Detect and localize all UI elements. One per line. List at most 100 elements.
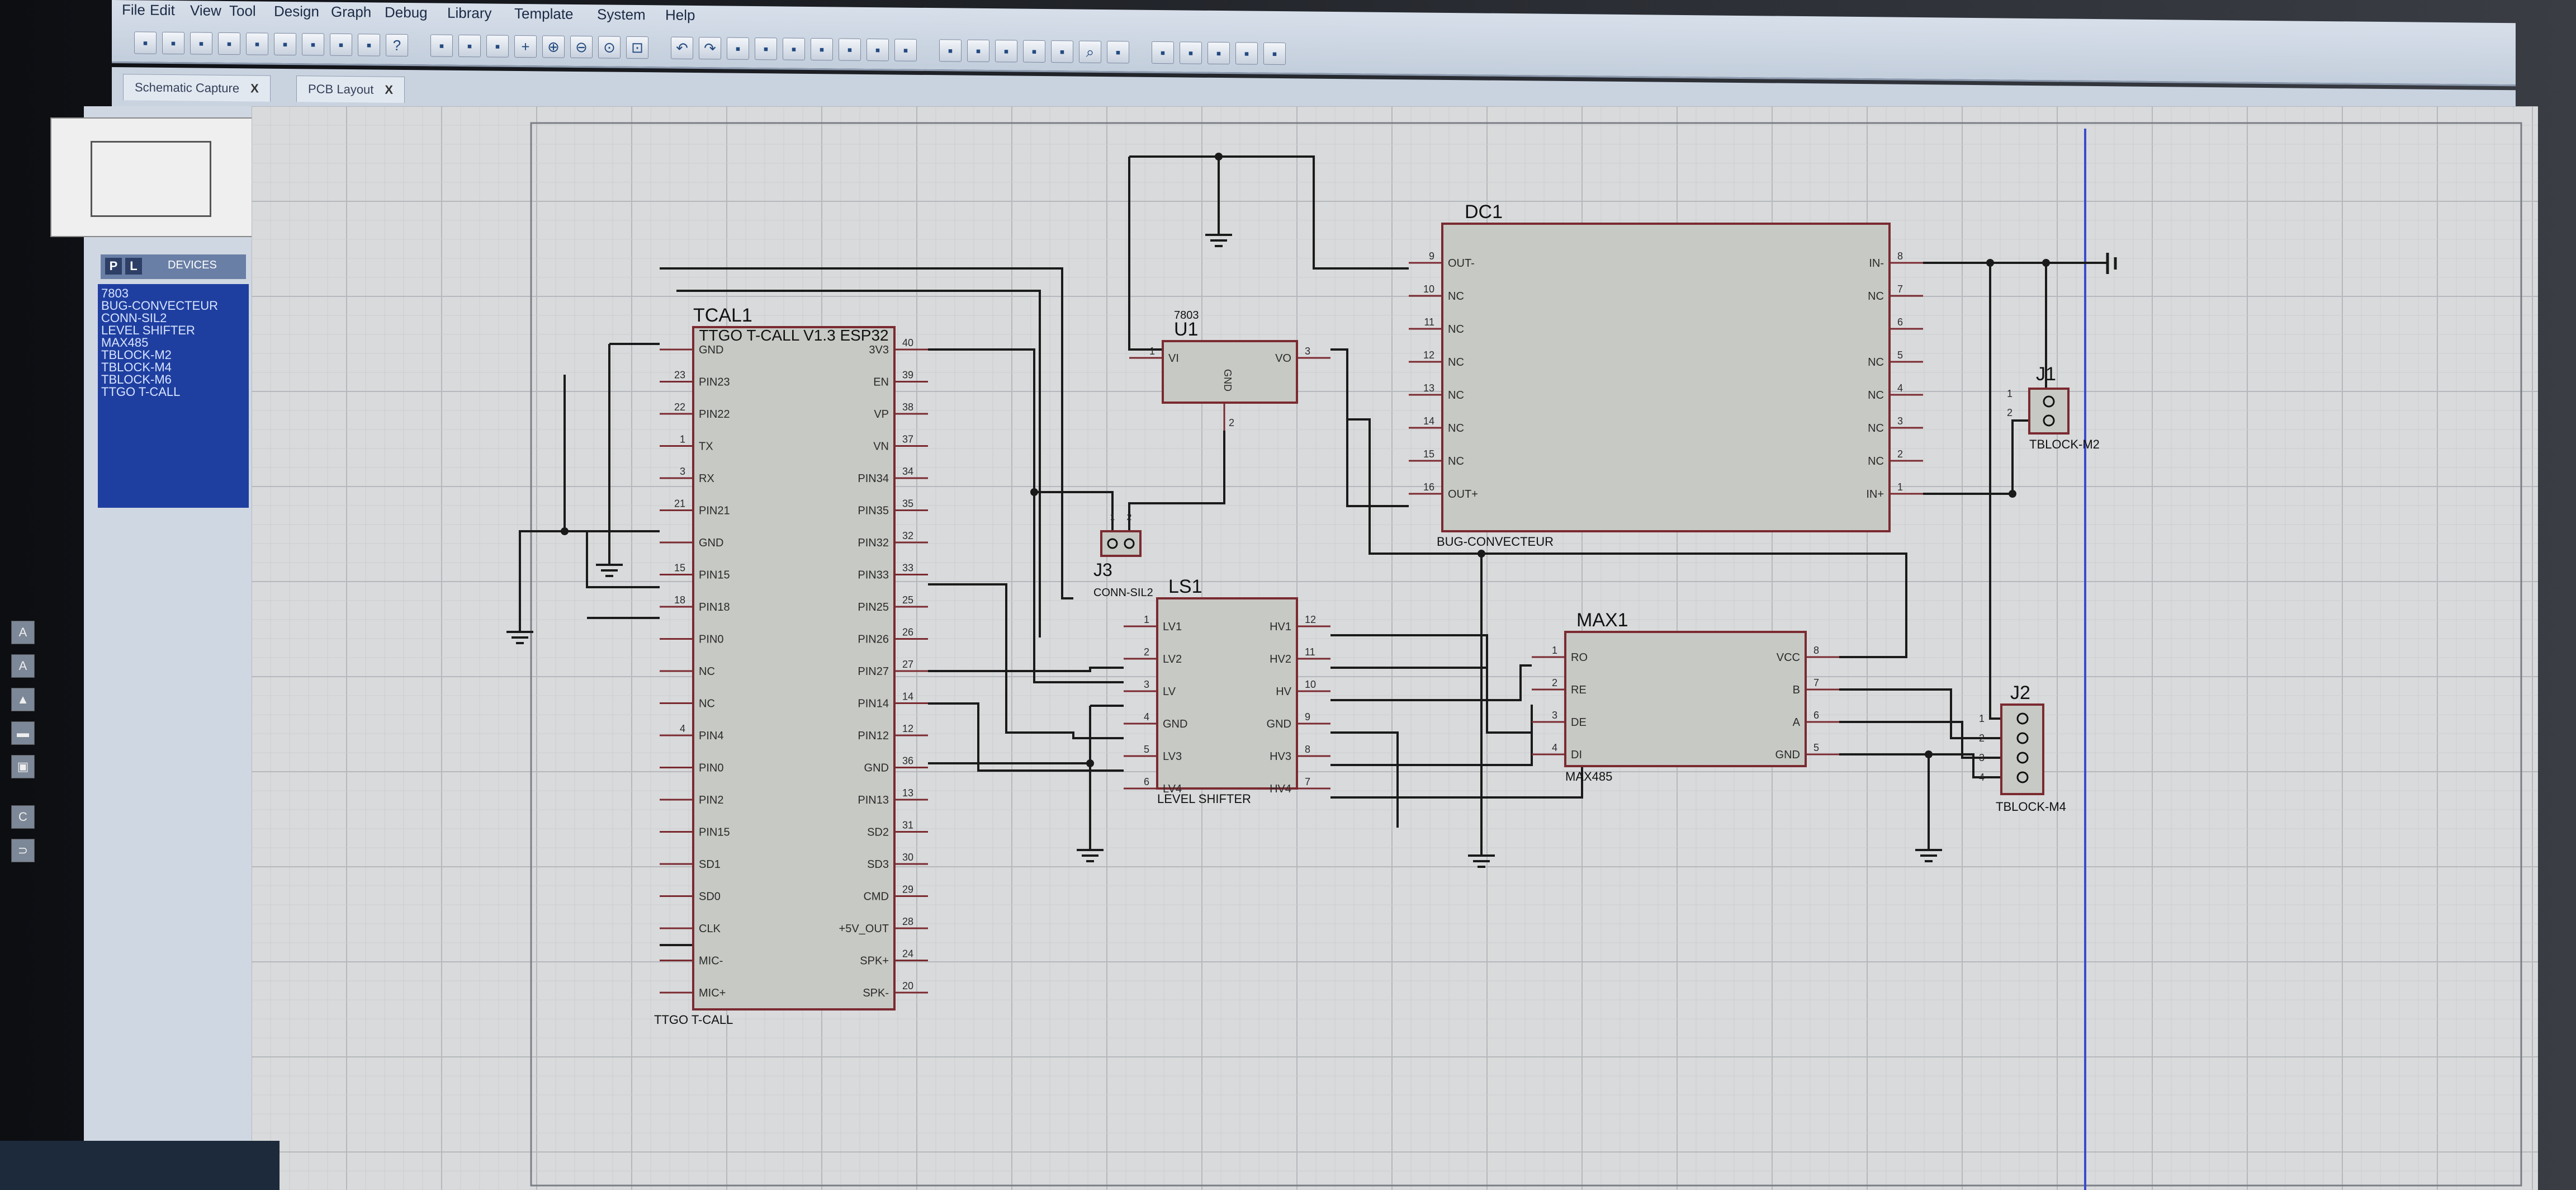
zoom-area-icon[interactable]: ⊡ bbox=[626, 36, 648, 59]
paste-icon[interactable]: ▪ bbox=[358, 34, 380, 56]
save-icon[interactable]: ▪ bbox=[190, 32, 212, 55]
block-delete-icon[interactable]: ▪ bbox=[894, 39, 917, 62]
mode-tool-icon[interactable]: A bbox=[11, 654, 35, 678]
menu-help[interactable]: Help bbox=[665, 7, 695, 25]
block-move-icon[interactable]: ▪ bbox=[839, 38, 861, 61]
junction-dot bbox=[1478, 550, 1485, 558]
pin-number: 40 bbox=[902, 337, 913, 348]
property-tool-icon[interactable]: ▪ bbox=[1107, 41, 1129, 64]
paste-icon[interactable]: ▪ bbox=[783, 37, 805, 60]
report-icon[interactable]: ▪ bbox=[1263, 42, 1286, 65]
new-sheet-icon[interactable]: ▪ bbox=[1152, 41, 1174, 64]
copy-icon[interactable]: ▪ bbox=[755, 37, 777, 60]
menu-file[interactable]: File bbox=[122, 1, 145, 18]
redo-icon[interactable]: ↷ bbox=[699, 37, 721, 60]
pin-name: PIN15 bbox=[699, 569, 730, 582]
cut-icon[interactable]: ▪ bbox=[727, 37, 749, 60]
mode-tool-icon[interactable]: ▣ bbox=[11, 755, 35, 778]
device-list-item[interactable]: TTGO T-CALL bbox=[101, 385, 180, 399]
bom-icon[interactable]: ▪ bbox=[1208, 41, 1230, 65]
tab-close-icon[interactable]: X bbox=[385, 83, 393, 97]
pin-name: PIN35 bbox=[858, 505, 889, 517]
decompose-icon[interactable]: ▪ bbox=[1023, 40, 1045, 63]
dc1-converter-ref: DC1 bbox=[1465, 201, 1503, 223]
junction-dot bbox=[1030, 488, 1038, 496]
menu-edit[interactable]: Edit bbox=[150, 2, 175, 19]
mode-tool-icon[interactable]: ▬ bbox=[11, 721, 35, 745]
pin-name: VP bbox=[874, 408, 889, 421]
overview-viewport[interactable] bbox=[91, 141, 211, 217]
pan-icon[interactable]: ▪ bbox=[486, 35, 509, 58]
pin-number: 2 bbox=[1229, 417, 1234, 428]
netlist-icon[interactable]: ▪ bbox=[1235, 42, 1258, 65]
wire-autorouter-icon[interactable]: ▪ bbox=[1051, 40, 1073, 63]
pin-name: GND bbox=[864, 762, 889, 775]
grid-icon[interactable]: ▪ bbox=[430, 34, 453, 57]
zoom-in-icon[interactable]: ⊕ bbox=[542, 35, 565, 58]
print-icon[interactable]: ▪ bbox=[274, 32, 296, 56]
junction-dot bbox=[561, 527, 569, 535]
copy-icon[interactable]: ▪ bbox=[330, 33, 352, 56]
pin-name: NC bbox=[1448, 323, 1464, 336]
undo-icon[interactable]: ↶ bbox=[671, 36, 693, 59]
tab-pcb-layout[interactable]: PCB Layout X bbox=[296, 75, 405, 103]
pin-number: 2 bbox=[1552, 677, 1557, 688]
help-icon[interactable]: ? bbox=[386, 34, 408, 57]
mode-tool-icon[interactable]: C bbox=[11, 805, 35, 829]
mode-tool-icon[interactable]: ▲ bbox=[11, 688, 35, 711]
pick-device-button[interactable]: P bbox=[105, 258, 122, 275]
new-icon[interactable]: ▪ bbox=[134, 31, 157, 54]
block-rotate-icon[interactable]: ▪ bbox=[866, 38, 889, 62]
origin-icon[interactable]: ▪ bbox=[458, 34, 481, 58]
mode-tool-icon[interactable]: ⊃ bbox=[11, 839, 35, 862]
packaging-icon[interactable]: ▪ bbox=[995, 40, 1017, 63]
mode-tool-icon[interactable]: A bbox=[11, 621, 35, 644]
pin-number: 2 bbox=[1979, 733, 1985, 744]
menu-design[interactable]: Design bbox=[274, 3, 319, 21]
library-manager-button[interactable]: L bbox=[125, 258, 142, 275]
pin-number: 31 bbox=[902, 820, 913, 831]
open-icon[interactable]: ▪ bbox=[162, 31, 184, 55]
pin-name: IN+ bbox=[1866, 488, 1884, 500]
pin-number: 23 bbox=[674, 370, 685, 381]
wire bbox=[1923, 419, 2029, 495]
menu-tool[interactable]: Tool bbox=[229, 2, 256, 20]
pin-number: 3 bbox=[1979, 752, 1985, 763]
export-icon[interactable]: ▪ bbox=[246, 32, 268, 55]
zoom-all-icon[interactable]: ⊙ bbox=[598, 36, 621, 59]
zoom-out-icon[interactable]: ⊖ bbox=[570, 35, 593, 59]
menu-graph[interactable]: Graph bbox=[331, 3, 371, 21]
cut-icon[interactable]: ▪ bbox=[302, 33, 324, 56]
pin-name: NC bbox=[1448, 389, 1464, 402]
pin-number: 8 bbox=[1305, 744, 1310, 755]
schematic-canvas[interactable]: TCAL1 TTGO T-CALL V1.3 ESP32 TTGO T-CALL GN… bbox=[252, 106, 2538, 1190]
pin-name: SD1 bbox=[699, 858, 721, 871]
menu-system[interactable]: System bbox=[597, 6, 646, 23]
import-icon[interactable]: ▪ bbox=[218, 32, 240, 55]
pin-number: 3 bbox=[1552, 710, 1557, 721]
pin-name: LV bbox=[1163, 686, 1176, 698]
pin-number: 25 bbox=[902, 594, 913, 606]
tab-schematic-capture[interactable]: Schematic Capture X bbox=[123, 74, 271, 102]
menu-view[interactable]: View bbox=[190, 2, 221, 20]
menu-library[interactable]: Library bbox=[447, 4, 491, 22]
pin-number: 14 bbox=[1423, 415, 1434, 427]
plus-icon[interactable]: + bbox=[514, 35, 537, 58]
pin-name: NC bbox=[1868, 422, 1884, 435]
pin-number: 3 bbox=[1897, 415, 1903, 427]
wire bbox=[1128, 431, 1225, 531]
ground-symbol bbox=[1205, 212, 1232, 247]
pin-name: PIN21 bbox=[699, 505, 730, 517]
block-copy-icon[interactable]: ▪ bbox=[811, 37, 833, 61]
pin-name: HV bbox=[1276, 686, 1291, 698]
tab-close-icon[interactable]: X bbox=[250, 81, 259, 95]
menu-debug[interactable]: Debug bbox=[385, 4, 428, 22]
search-icon[interactable]: ⌕ bbox=[1079, 40, 1101, 63]
pick-device-icon[interactable]: ▪ bbox=[939, 39, 962, 62]
junction-dot bbox=[2009, 490, 2016, 498]
menu-template[interactable]: Template bbox=[514, 5, 574, 23]
remove-sheet-icon[interactable]: ▪ bbox=[1180, 41, 1202, 64]
make-device-icon[interactable]: ▪ bbox=[967, 39, 989, 63]
overview-window[interactable] bbox=[50, 117, 254, 237]
pin-number: 28 bbox=[902, 916, 913, 927]
